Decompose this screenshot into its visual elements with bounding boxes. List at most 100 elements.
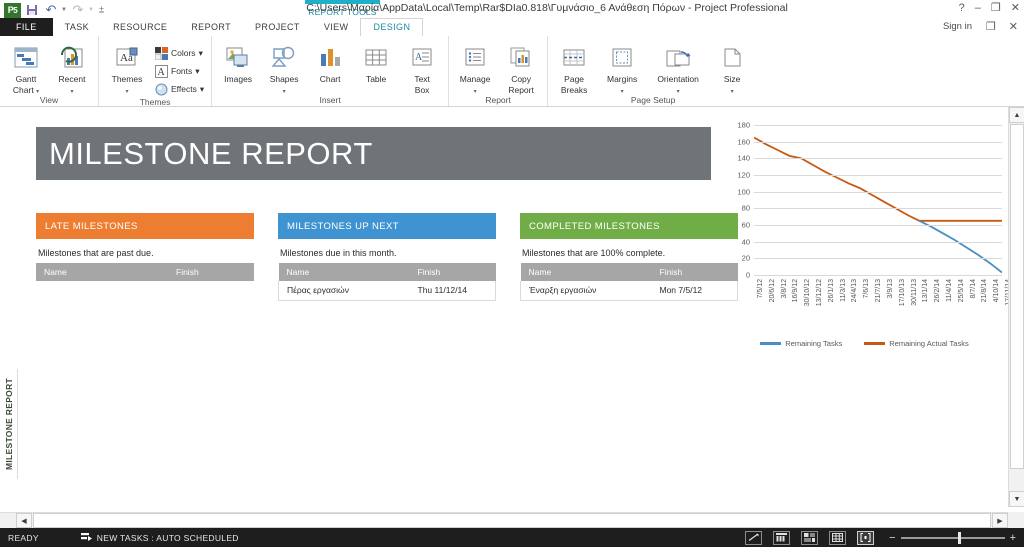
recent-label: Recent	[58, 74, 86, 84]
tab-view[interactable]: VIEW	[312, 18, 361, 36]
gantt-view-icon[interactable]	[745, 530, 763, 545]
table-button[interactable]: Table	[354, 41, 398, 84]
status-bar: READY NEW TASKS : AUTO SCHEDULED − +	[0, 528, 1024, 547]
chart-label: Chart	[319, 74, 341, 84]
task-usage-view-icon[interactable]	[773, 530, 791, 545]
zoom-out-button[interactable]: −	[889, 532, 895, 544]
vertical-scroll-thumb[interactable]	[1010, 124, 1024, 469]
chart-x-tick-label: 13/12/12	[816, 279, 824, 307]
chart-gridline	[754, 141, 1002, 143]
card-completed-milestones-heading[interactable]: COMPLETED MILESTONES	[520, 213, 738, 239]
ribbon-group-page-setup-title: Page Setup	[630, 95, 676, 105]
shapes-button[interactable]: Shapes ▾	[262, 41, 306, 95]
chart-button[interactable]: Chart	[308, 41, 352, 84]
close-icon[interactable]: ✕	[1011, 1, 1020, 14]
close-ribbon-icon[interactable]: ✕	[1009, 20, 1018, 33]
table-row[interactable]: Πέρας εργασιών Thu 11/12/14	[278, 281, 496, 301]
table-row[interactable]: Έναρξη εργασιών Mon 7/5/12	[520, 281, 738, 301]
card-completed-milestones-description: Milestones that are 100% complete.	[522, 248, 666, 258]
horizontal-scrollbar[interactable]: ◀ ▶	[0, 512, 1024, 528]
zoom-slider-knob[interactable]	[957, 531, 961, 544]
status-ready-label: READY	[8, 532, 39, 543]
effects-dropdown-icon[interactable]: ▾	[200, 84, 204, 95]
report-view-icon[interactable]	[857, 530, 875, 545]
scroll-right-arrow-icon[interactable]: ▶	[992, 513, 1008, 528]
tab-design[interactable]: DESIGN	[360, 18, 424, 36]
chart-x-tick-label: 4/10/14	[993, 279, 1001, 303]
chart-y-tick-label: 160	[737, 137, 750, 147]
fonts-button[interactable]: A Fonts ▾	[153, 63, 207, 79]
chart-line-remaining-tasks	[918, 220, 1002, 274]
tab-file[interactable]: FILE	[0, 18, 53, 36]
vertical-scrollbar[interactable]: ▲ ▼	[1008, 107, 1024, 507]
tab-resource[interactable]: RESOURCE	[101, 18, 179, 36]
size-button[interactable]: Size ▾	[710, 41, 754, 95]
table-late-milestones: Name Finish	[36, 263, 254, 281]
orientation-button[interactable]: Orientation ▾	[648, 41, 708, 95]
margins-label: Margins	[606, 74, 638, 84]
legend-label-remaining-actual-tasks: Remaining Actual Tasks	[889, 339, 969, 348]
scroll-down-arrow-icon[interactable]: ▼	[1009, 491, 1024, 507]
effects-button[interactable]: Effects ▾	[153, 81, 207, 97]
text-box-button[interactable]: A Text Box	[400, 41, 444, 95]
manage-label: Manage	[459, 74, 491, 84]
copy-report-button[interactable]: Copy Report	[499, 41, 543, 95]
horizontal-scroll-thumb[interactable]	[33, 513, 991, 528]
team-planner-view-icon[interactable]	[801, 530, 819, 545]
themes-button[interactable]: Aa Themes ▾	[103, 41, 151, 95]
sign-in-link[interactable]: Sign in	[943, 21, 972, 32]
ribbon-display-options-icon[interactable]: ❐	[986, 20, 996, 33]
card-late-milestones-heading[interactable]: LATE MILESTONES	[36, 213, 254, 239]
table-completed-milestones: Name Finish Έναρξη εργασιών Mon 7/5/12	[520, 263, 738, 301]
column-header-finish: Finish	[409, 263, 496, 281]
chart-y-tick-label: 20	[741, 253, 750, 263]
milestone-report-side-tab[interactable]: MILESTONE REPORT	[0, 369, 18, 479]
resource-sheet-view-icon[interactable]	[829, 530, 847, 545]
margins-button[interactable]: Margins ▾	[598, 41, 646, 95]
chart-x-tick-label: 3/8/12	[780, 279, 788, 299]
legend-item-remaining-actual-tasks: Remaining Actual Tasks	[864, 339, 969, 348]
gantt-chart-button[interactable]: Gantt Chart ▾	[4, 41, 48, 95]
page-breaks-icon	[561, 43, 587, 73]
restore-icon[interactable]: ❐	[991, 1, 1001, 14]
report-title-banner[interactable]: MILESTONE REPORT	[36, 127, 711, 180]
card-milestones-up-next-heading[interactable]: MILESTONES UP NEXT	[278, 213, 496, 239]
status-new-tasks-label: NEW TASKS : AUTO SCHEDULED	[96, 532, 239, 543]
ribbon-group-themes: Aa Themes ▾ Colors ▾ A Fonts ▾ Effects ▾…	[99, 36, 213, 107]
fonts-dropdown-icon[interactable]: ▾	[195, 66, 199, 77]
images-button[interactable]: Images	[216, 41, 260, 84]
card-milestones-up-next-description: Milestones due in this month.	[280, 248, 397, 258]
chart-x-tick-label: 25/5/14	[957, 279, 965, 303]
help-icon[interactable]: ?	[959, 2, 965, 14]
manage-button[interactable]: Manage ▾	[453, 41, 497, 95]
tab-project[interactable]: PROJECT	[243, 18, 312, 36]
cell-finish: Thu 11/12/14	[409, 281, 496, 301]
cell-name: Πέρας εργασιών	[278, 281, 410, 301]
tab-report[interactable]: REPORT	[179, 18, 243, 36]
recent-button[interactable]: Recent ▾	[50, 41, 94, 95]
ribbon-group-insert: Images Shapes ▾ Chart Table A Text Box I…	[212, 36, 450, 106]
status-view-controls: − +	[745, 530, 1024, 545]
page-breaks-button[interactable]: Page Breaks	[552, 41, 596, 95]
status-new-tasks[interactable]: NEW TASKS : AUTO SCHEDULED	[80, 532, 239, 543]
burndown-chart[interactable]: 0 20 40 60 80 100 120 140 160 180 7/5/12 20/6/12 3/…	[722, 117, 1012, 437]
colors-button[interactable]: Colors ▾	[153, 45, 207, 61]
chart-x-axis-labels: 7/5/12 20/6/12 3/8/12 16/9/12 30/10/12 13/12/…	[754, 277, 1012, 337]
zoom-slider[interactable]	[900, 531, 1005, 544]
gantt-chart-icon	[13, 43, 39, 73]
tab-task[interactable]: TASK	[53, 18, 101, 36]
zoom-control[interactable]: − +	[889, 531, 1016, 544]
colors-icon	[154, 46, 168, 60]
chart-series-svg	[754, 136, 1002, 274]
orientation-icon	[664, 43, 692, 73]
scroll-up-arrow-icon[interactable]: ▲	[1009, 107, 1024, 123]
chart-x-tick-label: 30/10/12	[804, 279, 812, 307]
zoom-in-button[interactable]: +	[1010, 532, 1016, 544]
themes-dropdown-icon[interactable]: ▾	[125, 89, 128, 95]
chart-gridline	[754, 208, 1002, 210]
page-breaks-label-1: Page	[564, 74, 585, 84]
scroll-left-arrow-icon[interactable]: ◀	[16, 513, 32, 528]
minimize-icon[interactable]: –	[975, 2, 981, 14]
colors-dropdown-icon[interactable]: ▾	[199, 48, 203, 59]
fonts-icon: A	[154, 64, 168, 78]
